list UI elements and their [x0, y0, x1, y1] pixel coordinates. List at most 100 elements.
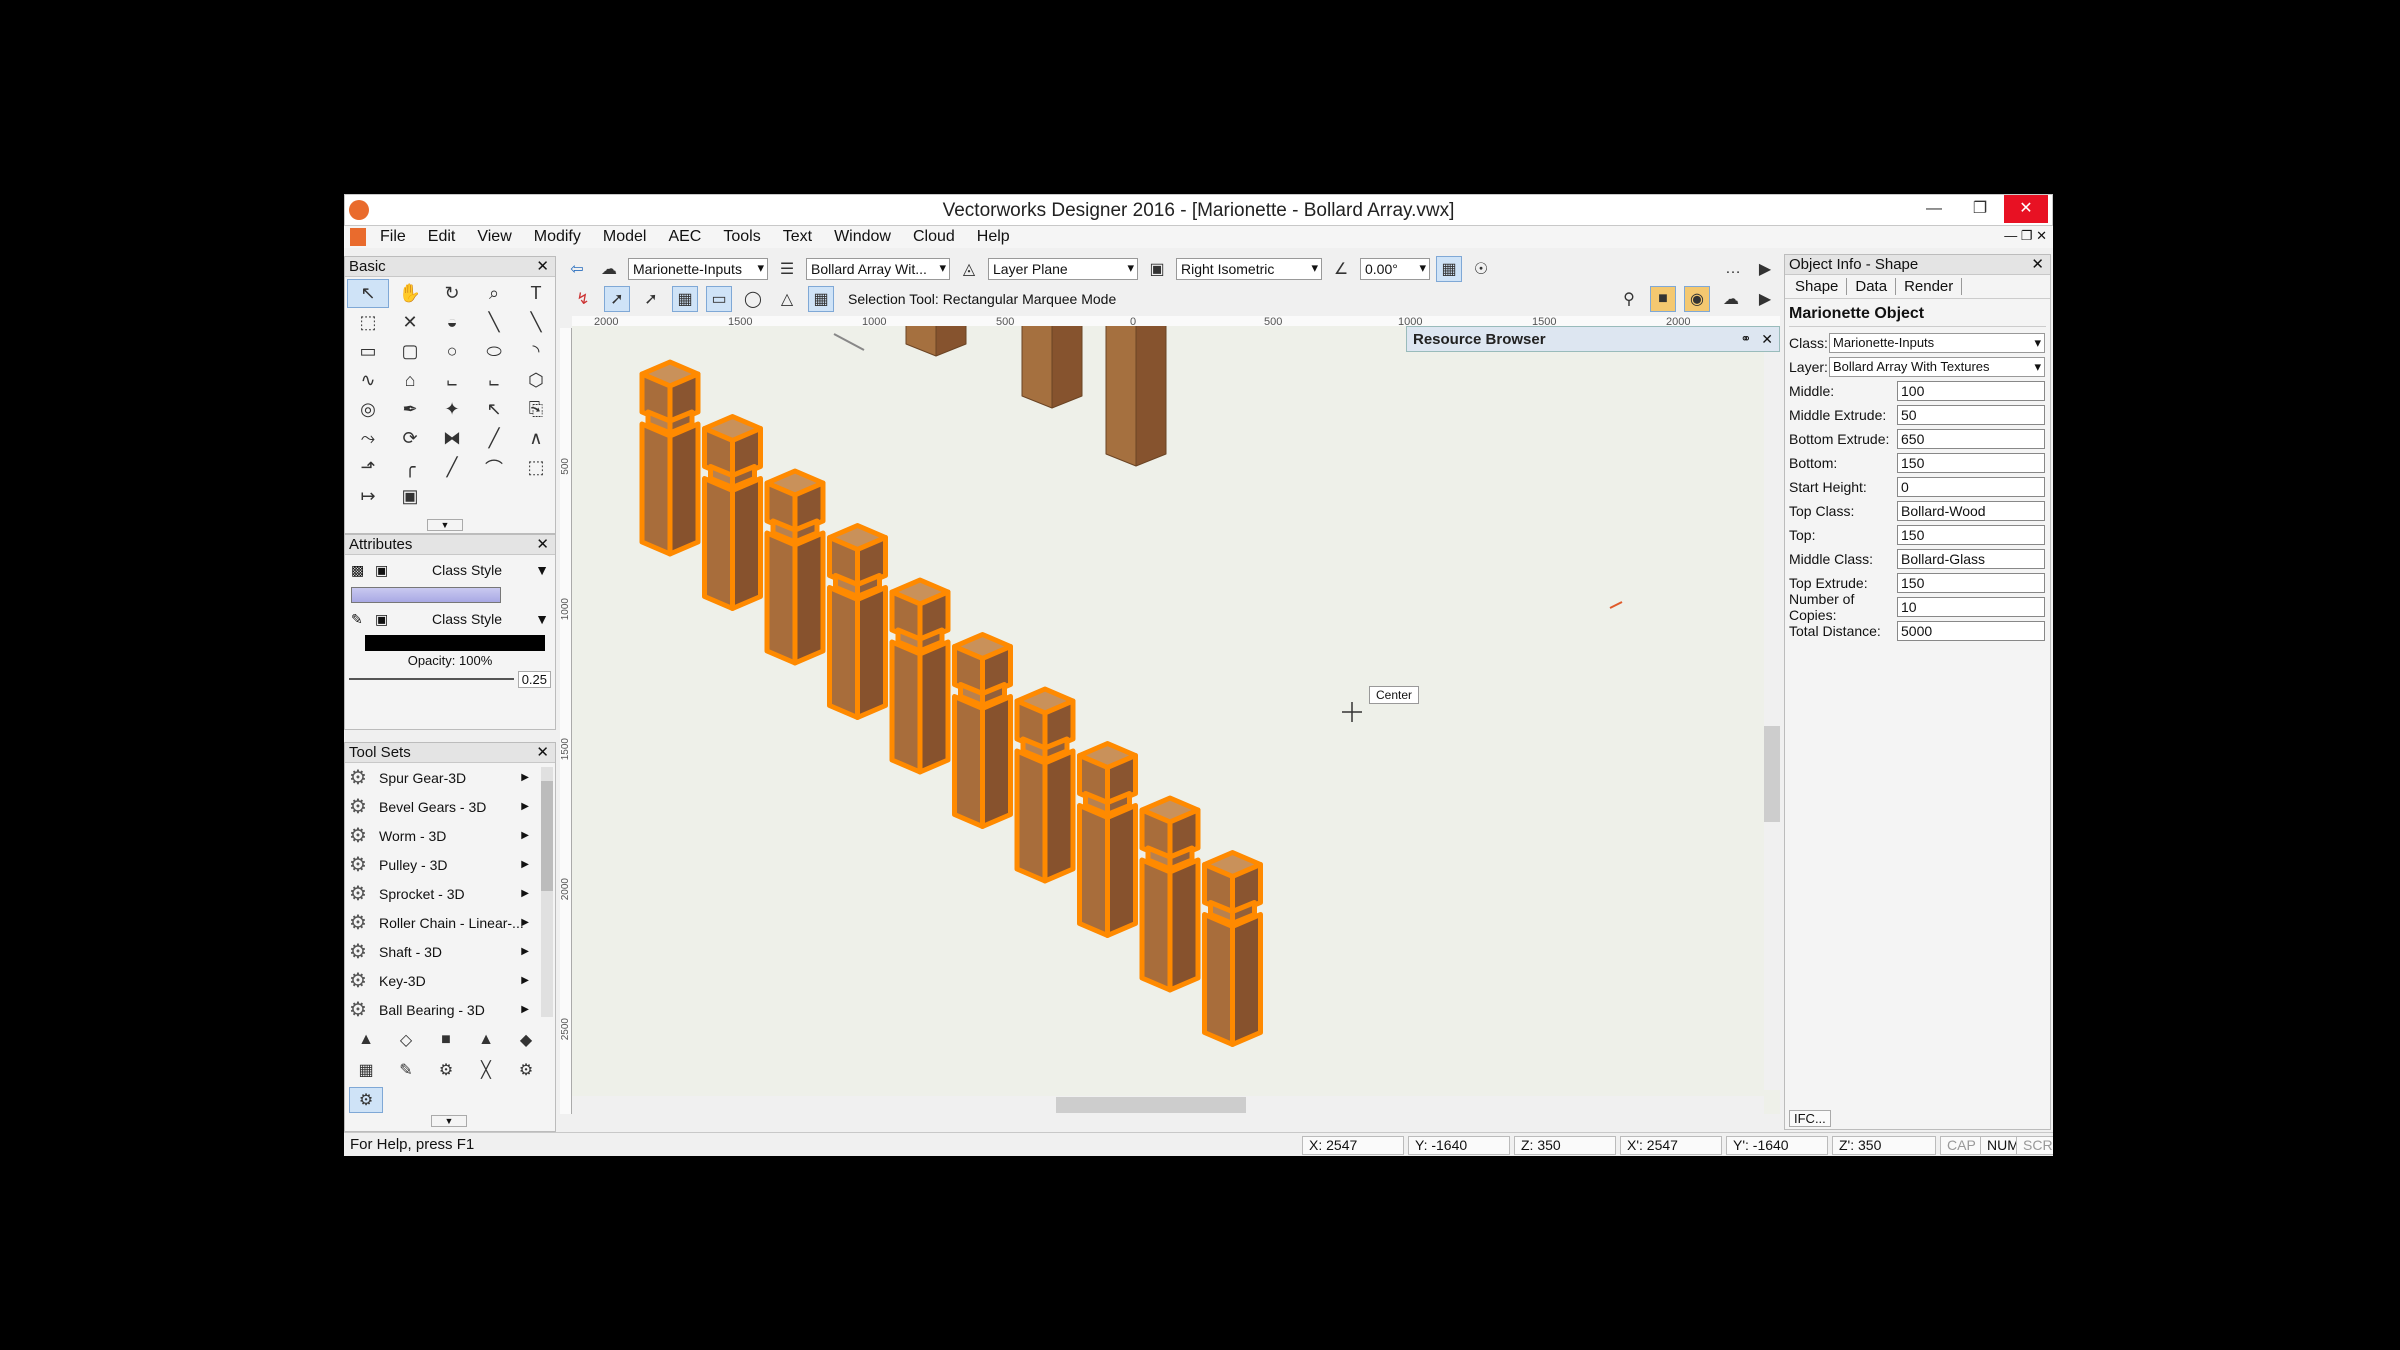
line-weight-value[interactable]: 0.25	[517, 670, 551, 688]
toolset-item[interactable]: ⚙ Worm - 3D ▶	[345, 821, 555, 850]
bollard-scene[interactable]	[572, 326, 1780, 1114]
expand-toolsets-button[interactable]: ▼	[431, 1115, 467, 1127]
menu-modify[interactable]: Modify	[534, 228, 581, 246]
chevron-down-icon[interactable]: ▼	[535, 611, 549, 627]
fill-swatch[interactable]	[351, 587, 501, 603]
layer-select[interactable]: Bollard Array With Textures	[1829, 357, 2045, 377]
double-line-icon[interactable]: ╲	[515, 308, 557, 337]
field-value[interactable]: Bollard-Glass	[1897, 549, 2045, 569]
polyline-icon[interactable]: ⨽	[431, 366, 473, 395]
plane-dropdown[interactable]: Layer Plane	[988, 258, 1138, 280]
field-value[interactable]: 150	[1897, 525, 2045, 545]
machine-icon[interactable]: ⚙	[429, 1057, 463, 1083]
tab-shape[interactable]: Shape	[1787, 278, 1848, 295]
pen-style-label[interactable]: Class Style	[399, 611, 535, 627]
tab-render[interactable]: Render	[1896, 278, 1963, 295]
rounded-rect-icon[interactable]: ▢	[389, 337, 431, 366]
regular-polygon-icon[interactable]: ⬡	[515, 366, 557, 395]
magic-wand-icon[interactable]: ✦	[431, 395, 473, 424]
offset-icon[interactable]: ⬏	[347, 453, 389, 482]
menu-view[interactable]: View	[477, 228, 511, 246]
circle-icon[interactable]: ○	[431, 337, 473, 366]
trim-icon[interactable]: ∧	[515, 424, 557, 453]
reshape-icon[interactable]: ⤳	[347, 424, 389, 453]
double-polyline-icon[interactable]: ⨽	[473, 366, 515, 395]
zoom-icon[interactable]: ⌕	[473, 279, 515, 308]
arrow-tool-icon[interactable]: ↖	[347, 279, 389, 308]
magnifier-icon[interactable]: ⚲	[1616, 286, 1642, 312]
marquee-icon[interactable]: ⬚	[347, 308, 389, 337]
drawing-canvas[interactable]: Center Resource Browser ⚭ ✕	[572, 326, 1780, 1114]
spiral-icon[interactable]: ◎	[347, 395, 389, 424]
field-value[interactable]: 10	[1897, 597, 2045, 617]
toolset-item[interactable]: ⚙ Ball Bearing - 3D ▶	[345, 995, 555, 1024]
flyover-view-icon[interactable]: ☉	[1468, 256, 1494, 282]
pin-icon[interactable]: ⚭	[1740, 331, 1751, 347]
connect-icon[interactable]: ⌒	[473, 453, 515, 482]
fill-style-label[interactable]: Class Style	[399, 562, 535, 578]
field-value[interactable]: 50	[1897, 405, 2045, 425]
3d-modeling-icon[interactable]: ▲	[469, 1027, 503, 1053]
detailing-icon[interactable]: ▦	[349, 1057, 383, 1083]
menu-model[interactable]: Model	[603, 228, 647, 246]
close-icon[interactable]: ✕	[536, 535, 549, 554]
field-value[interactable]: 0	[1897, 477, 2045, 497]
freehand-icon[interactable]: ∿	[347, 366, 389, 395]
delete-icon[interactable]: ✕	[389, 308, 431, 337]
chevron-down-icon[interactable]: ▼	[535, 562, 549, 578]
menu-text[interactable]: Text	[783, 228, 812, 246]
rect-marquee-mode-icon[interactable]: ▭	[706, 286, 732, 312]
disable-snapping-icon[interactable]: ↯	[570, 286, 596, 312]
polygon-icon[interactable]: ⌂	[389, 366, 431, 395]
close-icon[interactable]: ✕	[536, 743, 549, 762]
doc-window-controls[interactable]: — ❐ ✕	[2004, 228, 2047, 244]
menu-cloud[interactable]: Cloud	[913, 228, 955, 246]
field-value[interactable]: 150	[1897, 573, 2045, 593]
line-icon[interactable]: ╲	[473, 308, 515, 337]
fasteners-icon[interactable]: ╳	[469, 1057, 503, 1083]
line-weight-slider[interactable]	[349, 678, 514, 680]
class-dropdown[interactable]: Marionette-Inputs	[628, 258, 768, 280]
tab-data[interactable]: Data	[1847, 278, 1897, 295]
expand-tools-button[interactable]: ▼	[427, 519, 463, 531]
toolset-item[interactable]: ⚙ Roller Chain - Linear-... ▶	[345, 908, 555, 937]
menu-tools[interactable]: Tools	[723, 228, 760, 246]
menu-help[interactable]: Help	[977, 228, 1010, 246]
toolset-item[interactable]: ⚙ Sprocket - 3D ▶	[345, 879, 555, 908]
move-icon[interactable]: ⬚	[515, 453, 557, 482]
select-similar-icon[interactable]: ↖	[473, 395, 515, 424]
toolset-item[interactable]: ⚙ Pulley - 3D ▶	[345, 850, 555, 879]
site-planning-icon[interactable]: ◇	[389, 1027, 423, 1053]
field-value[interactable]: 650	[1897, 429, 2045, 449]
field-value[interactable]: 150	[1897, 453, 2045, 473]
field-value[interactable]: Bollard-Wood	[1897, 501, 2045, 521]
lasso-mode-icon[interactable]: ◯	[740, 286, 766, 312]
layer-dropdown[interactable]: Bollard Array Wit...	[806, 258, 950, 280]
rotate-icon[interactable]: ⟳	[389, 424, 431, 453]
resource-browser-panel[interactable]: Resource Browser ⚭ ✕	[1406, 326, 1780, 352]
polygon-marquee-icon[interactable]: △	[774, 286, 800, 312]
menu-aec[interactable]: AEC	[668, 228, 701, 246]
vertical-scrollbar[interactable]	[1764, 352, 1780, 1090]
menu-file[interactable]: File	[380, 228, 406, 246]
furniture-icon[interactable]: ■	[429, 1027, 463, 1053]
building-shell-icon[interactable]: ▲	[349, 1027, 383, 1053]
view-bar-toggle-icon[interactable]: ▶	[1752, 256, 1778, 282]
menu-window[interactable]: Window	[834, 228, 891, 246]
selection-options-icon[interactable]: ▦	[808, 286, 834, 312]
active-toolset-icon[interactable]: ⚙	[349, 1087, 383, 1113]
minimize-button[interactable]: —	[1912, 195, 1956, 223]
split-icon[interactable]: ╱	[473, 424, 515, 453]
render-mode-icon[interactable]: ▣	[1144, 256, 1170, 282]
rectangle-icon[interactable]: ▭	[347, 337, 389, 366]
field-value[interactable]: 100	[1897, 381, 2045, 401]
menu-edit[interactable]: Edit	[428, 228, 456, 246]
oval-icon[interactable]: ⬭	[473, 337, 515, 366]
fillet-icon[interactable]: ╭	[389, 453, 431, 482]
chamfer-icon[interactable]: ╱	[431, 453, 473, 482]
lock-icon[interactable]: ■	[1650, 286, 1676, 312]
close-icon[interactable]: ✕	[2031, 255, 2044, 274]
interactive-scaling-icon[interactable]: ▦	[672, 286, 698, 312]
visualization-icon[interactable]: ◆	[509, 1027, 543, 1053]
close-icon[interactable]: ✕	[536, 257, 549, 276]
